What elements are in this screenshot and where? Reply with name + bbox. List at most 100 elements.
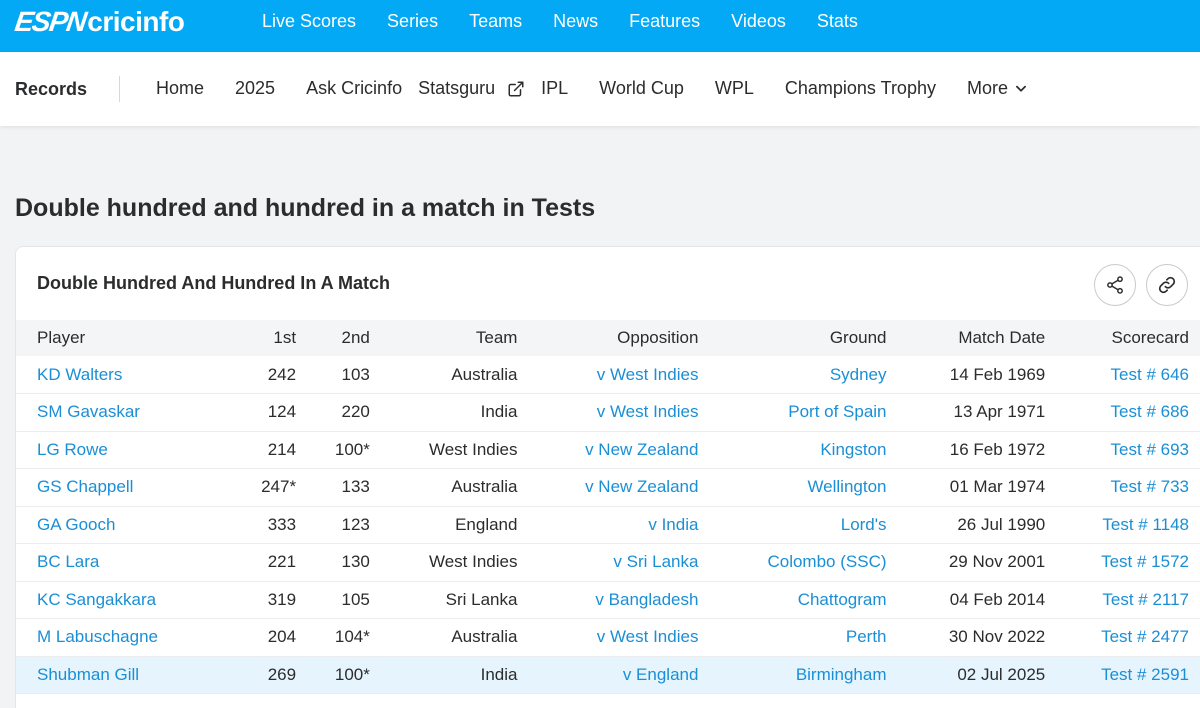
player-link[interactable]: GS Chappell bbox=[16, 469, 249, 507]
scorecard-link[interactable]: Test # 2117 bbox=[1045, 581, 1200, 619]
scorecard-link[interactable]: Test # 646 bbox=[1045, 356, 1200, 394]
player-link[interactable]: KD Walters bbox=[16, 356, 249, 394]
team: Australia bbox=[451, 627, 518, 647]
ground-link[interactable]: Birmingham bbox=[698, 656, 887, 694]
first-innings: 333 bbox=[267, 514, 297, 534]
records-table: Player 1st 2nd Team Opposition Ground Ma… bbox=[16, 320, 1200, 694]
col-header-team: Team bbox=[475, 328, 518, 347]
player-link[interactable]: Shubman Gill bbox=[16, 656, 249, 694]
nav-series[interactable]: Series bbox=[387, 11, 438, 32]
nav-videos[interactable]: Videos bbox=[731, 11, 786, 32]
ground-link[interactable]: Chattogram bbox=[698, 581, 887, 619]
subnav-wpl[interactable]: WPL bbox=[715, 78, 754, 99]
subnav-items: Home 2025 Ask Cricinfo Statsguru IPL Wor… bbox=[156, 78, 1059, 99]
espncricinfo-logo[interactable]: ESPN cricinfo bbox=[12, 6, 185, 37]
second-innings: 133 bbox=[341, 477, 370, 497]
subnav-statsguru[interactable]: Statsguru bbox=[418, 78, 525, 99]
table-row: LG Rowe 214 100* West Indies v New Zealand Ki… bbox=[16, 431, 1200, 469]
second-innings: 100* bbox=[334, 439, 370, 459]
ground-link[interactable]: Colombo (SSC) bbox=[698, 544, 886, 582]
copy-link-button[interactable] bbox=[1146, 264, 1188, 306]
table-row: M Labuschagne 204 104* Australia v West Indi… bbox=[16, 619, 1200, 657]
scorecard-link[interactable]: Test # 2477 bbox=[1045, 619, 1200, 657]
subnav-2025[interactable]: 2025 bbox=[235, 78, 275, 99]
opposition-link[interactable]: v West Indies bbox=[517, 394, 699, 432]
second-innings: 130 bbox=[341, 552, 370, 572]
col-header-player: Player bbox=[37, 328, 86, 347]
ground-link[interactable]: Perth bbox=[698, 619, 887, 657]
opposition-link[interactable]: v England bbox=[517, 656, 699, 694]
share-button[interactable] bbox=[1094, 264, 1136, 306]
nav-stats[interactable]: Stats bbox=[817, 11, 858, 32]
subnav-ipl[interactable]: IPL bbox=[541, 78, 568, 99]
team: Australia bbox=[451, 364, 518, 384]
opposition-link[interactable]: v New Zealand bbox=[517, 431, 698, 469]
ground-link[interactable]: Wellington bbox=[698, 469, 886, 507]
share-icon bbox=[1107, 276, 1123, 294]
player-link[interactable]: M Labuschagne bbox=[16, 619, 249, 657]
opposition-link[interactable]: v West Indies bbox=[517, 619, 699, 657]
subnav-ask-cricinfo[interactable]: Ask Cricinfo bbox=[306, 78, 402, 99]
team: Sri Lanka bbox=[445, 589, 518, 609]
subnav-world-cup-label: World Cup bbox=[599, 78, 684, 98]
player-link[interactable]: SM Gavaskar bbox=[16, 394, 249, 432]
scorecard-link[interactable]: Test # 1572 bbox=[1045, 544, 1200, 582]
second-innings: 103 bbox=[341, 364, 370, 384]
ground-link[interactable]: Sydney bbox=[698, 356, 887, 394]
table-row: GS Chappell 247* 133 Australia v New Zealand… bbox=[16, 469, 1200, 507]
col-header-2nd: 2nd bbox=[341, 328, 370, 347]
nav-news[interactable]: News bbox=[553, 11, 598, 32]
first-innings: 221 bbox=[267, 552, 297, 572]
first-innings: 214 bbox=[267, 439, 297, 459]
logo-cricinfo: cricinfo bbox=[87, 6, 185, 37]
subnav-champions-trophy[interactable]: Champions Trophy bbox=[785, 78, 936, 99]
logo-espn: ESPN bbox=[12, 6, 88, 37]
team: England bbox=[455, 514, 518, 534]
opposition-link[interactable]: v Sri Lanka bbox=[517, 544, 698, 582]
opposition-link[interactable]: v India bbox=[517, 506, 698, 544]
subnav-home[interactable]: Home bbox=[156, 78, 204, 99]
table-row: GA Gooch 333 123 England v India Lord's 26 Jul… bbox=[16, 506, 1200, 544]
match-date: 26 Jul 1990 bbox=[957, 514, 1046, 534]
col-header-1st: 1st bbox=[273, 328, 297, 347]
table-row: BC Lara 221 130 West Indies v Sri Lanka Colom… bbox=[16, 544, 1200, 582]
match-date: 01 Mar 1974 bbox=[949, 477, 1046, 497]
subnav-ipl-label: IPL bbox=[541, 78, 569, 98]
subnav-world-cup[interactable]: World Cup bbox=[599, 78, 684, 99]
scorecard-link[interactable]: Test # 733 bbox=[1045, 469, 1200, 507]
scorecard-link[interactable]: Test # 1148 bbox=[1045, 506, 1200, 544]
subnav-2025-label: 2025 bbox=[235, 78, 276, 98]
first-innings: 242 bbox=[267, 364, 297, 384]
scorecard-link[interactable]: Test # 693 bbox=[1045, 431, 1200, 469]
ground-link[interactable]: Lord's bbox=[698, 506, 887, 544]
team: West Indies bbox=[428, 552, 518, 572]
player-link[interactable]: GA Gooch bbox=[16, 506, 249, 544]
subnav-wpl-label: WPL bbox=[714, 78, 754, 98]
ground-link[interactable]: Kingston bbox=[698, 431, 886, 469]
opposition-link[interactable]: v New Zealand bbox=[517, 469, 698, 507]
top-navbar: ESPN cricinfo Live Scores Series Teams N… bbox=[0, 0, 1200, 52]
team: India bbox=[480, 402, 518, 422]
player-link[interactable]: LG Rowe bbox=[16, 431, 249, 469]
first-innings: 204 bbox=[267, 627, 297, 647]
opposition-link[interactable]: v Bangladesh bbox=[517, 581, 698, 619]
player-link[interactable]: KC Sangakkara bbox=[16, 581, 249, 619]
nav-teams[interactable]: Teams bbox=[469, 11, 522, 32]
scorecard-link[interactable]: Test # 2591 bbox=[1045, 656, 1200, 694]
match-date: 13 Apr 1971 bbox=[953, 402, 1046, 422]
table-header-row: Player 1st 2nd Team Opposition Ground Ma… bbox=[16, 320, 1200, 356]
nav-live-scores[interactable]: Live Scores bbox=[262, 11, 356, 32]
ground-link[interactable]: Port of Spain bbox=[698, 394, 886, 432]
subnav-ask-cricinfo-label: Ask Cricinfo bbox=[306, 78, 403, 98]
table-row: KC Sangakkara 319 105 Sri Lanka v Bangladesh… bbox=[16, 581, 1200, 619]
opposition-link[interactable]: v West Indies bbox=[517, 356, 699, 394]
first-innings: 319 bbox=[267, 589, 297, 609]
player-link[interactable]: BC Lara bbox=[16, 544, 249, 582]
second-innings: 100* bbox=[334, 664, 370, 684]
subnav-more[interactable]: More bbox=[967, 78, 1028, 99]
subnav-more-label: More bbox=[966, 78, 1008, 98]
nav-features[interactable]: Features bbox=[629, 11, 700, 32]
subnav-records-title[interactable]: Records bbox=[15, 79, 87, 100]
scorecard-link[interactable]: Test # 686 bbox=[1045, 394, 1200, 432]
first-innings: 124 bbox=[267, 402, 297, 422]
